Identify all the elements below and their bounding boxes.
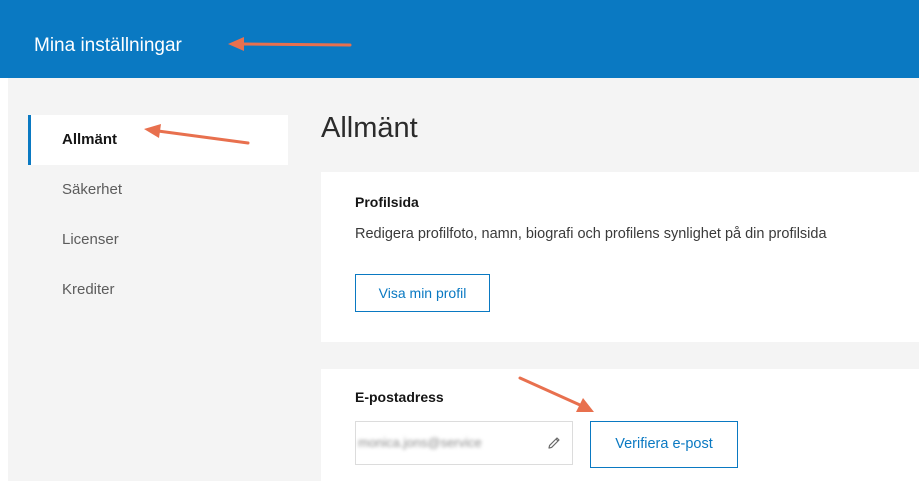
profile-description: Redigera profilfoto, namn, biografi och …: [355, 226, 827, 242]
sidebar-nav: Allmänt Säkerhet Licenser Krediter: [28, 115, 288, 315]
pencil-icon[interactable]: [546, 435, 562, 451]
email-field[interactable]: monica.jons@service: [355, 421, 573, 465]
verify-email-button[interactable]: Verifiera e-post: [590, 421, 738, 468]
email-value: monica.jons@service: [358, 435, 482, 450]
email-card: E-postadress monica.jons@service Verifie…: [321, 369, 919, 481]
window-edge: [0, 78, 8, 481]
header-bar: Mina inställningar: [0, 0, 919, 78]
page-title: Allmänt: [321, 112, 418, 144]
sidebar-item-licenser[interactable]: Licenser: [28, 215, 288, 265]
sidebar-item-label: Säkerhet: [62, 181, 123, 198]
sidebar-item-sakerhet[interactable]: Säkerhet: [28, 165, 288, 215]
sidebar-item-label: Krediter: [62, 281, 115, 298]
sidebar-item-label: Allmänt: [62, 131, 118, 148]
view-profile-button[interactable]: Visa min profil: [355, 274, 490, 312]
app-title: Mina inställningar: [34, 35, 182, 56]
sidebar-item-label: Licenser: [62, 231, 119, 248]
sidebar-item-krediter[interactable]: Krediter: [28, 265, 288, 315]
email-heading: E-postadress: [355, 389, 444, 405]
sidebar-item-allmant[interactable]: Allmänt: [28, 115, 288, 165]
profile-card: Profilsida Redigera profilfoto, namn, bi…: [321, 172, 919, 342]
profile-heading: Profilsida: [355, 194, 419, 210]
